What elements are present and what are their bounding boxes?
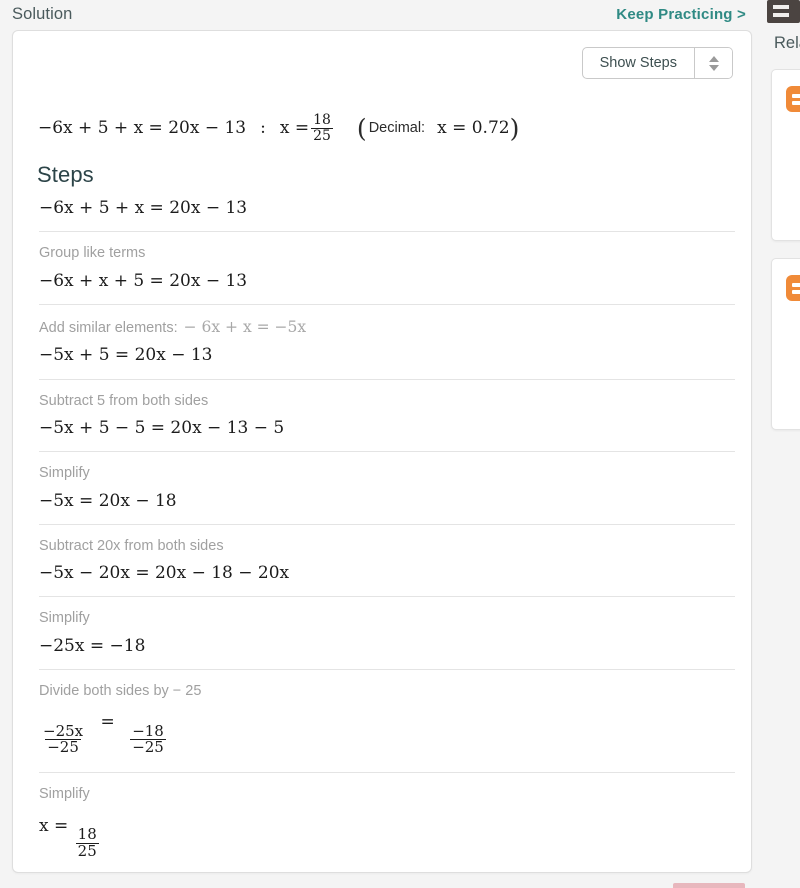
step-label: Simplify xyxy=(25,452,737,482)
show-steps-button[interactable]: Show Steps xyxy=(583,48,694,78)
chevron-down-icon xyxy=(708,64,719,71)
step-row: Subtract 5 from both sides −5x + 5 − 5 =… xyxy=(25,378,737,452)
step-label: Simplify xyxy=(25,773,737,803)
result-fraction-denominator: 25 xyxy=(311,127,333,144)
step-label-math: − 6x + x = −5x xyxy=(183,317,307,336)
result-equation: −6x + 5 + x = 20x − 13 xyxy=(38,118,247,139)
fraction-equals-operator: = xyxy=(100,712,115,733)
step-row: Group like terms −6x + x + 5 = 20x − 13 xyxy=(25,231,737,304)
related-card[interactable] xyxy=(771,69,800,241)
fraction-right: −18 −25 xyxy=(130,721,166,757)
step-label-text: Divide both sides by − 25 xyxy=(39,683,202,700)
step-label: Simplify xyxy=(25,597,737,627)
bottom-accent-strip xyxy=(673,883,745,888)
decimal-value: x = 0.72 xyxy=(437,118,510,139)
fraction-right-denominator: −25 xyxy=(130,738,166,757)
steps-heading: Steps xyxy=(37,162,94,187)
step-label: Subtract 5 from both sides xyxy=(25,380,737,410)
step-expression: −5x = 20x − 18 xyxy=(39,490,177,511)
orange-badge-icon xyxy=(786,275,800,301)
step-label: Group like terms xyxy=(25,232,737,262)
orange-badge-icon xyxy=(786,86,800,112)
decimal-label: Decimal: xyxy=(368,120,426,137)
step-label-text: Subtract 20x from both sides xyxy=(39,537,224,554)
step-row: Add similar elements: − 6x + x = −5x −5x… xyxy=(25,303,737,379)
final-answer-denominator: 25 xyxy=(75,841,99,860)
final-answer-numerator: 18 xyxy=(77,824,97,843)
related-sidebar: Rela xyxy=(760,0,800,888)
page-title: Solution xyxy=(12,4,73,23)
related-heading: Rela xyxy=(774,34,800,52)
decimal-close-paren: ) xyxy=(509,113,520,143)
step-expression: −25x = −18 xyxy=(39,635,146,656)
decimal-open-paren: ( xyxy=(356,113,367,143)
step-row: Simplify x = 18 25 xyxy=(25,772,737,872)
result-fraction-numerator: 18 xyxy=(313,112,331,128)
step-row: Simplify −5x = 20x − 18 xyxy=(25,451,737,524)
step-label-text: Subtract 5 from both sides xyxy=(39,392,209,409)
steps-list: −6x + 5 + x = 20x − 13 Group like terms … xyxy=(25,198,737,872)
chevron-up-icon xyxy=(708,55,719,62)
result-solution-lhs: x = xyxy=(279,118,310,139)
initial-expression: −6x + 5 + x = 20x − 13 xyxy=(39,198,248,218)
step-row: Simplify −25x = −18 xyxy=(25,596,737,669)
fraction-left-numerator: −25x xyxy=(43,721,84,740)
solution-card: Show Steps −6x + 5 + x = 20x − 13 : x = … xyxy=(12,30,752,873)
fraction-left-denominator: −25 xyxy=(45,738,81,757)
step-expression: −5x + 5 − 5 = 20x − 13 − 5 xyxy=(39,417,285,438)
step-row: Subtract 20x from both sides −5x − 20x =… xyxy=(25,523,737,597)
step-label-text: Simplify xyxy=(39,610,90,627)
final-answer: x = 18 25 xyxy=(25,804,737,872)
step-row: Divide both sides by − 25 −25x −25 = −18… xyxy=(25,669,737,772)
step-label: Divide both sides by − 25 xyxy=(25,670,737,700)
fraction-left: −25x −25 xyxy=(41,721,85,757)
show-steps-control[interactable]: Show Steps xyxy=(581,47,733,79)
decimal-group: ( Decimal: x = 0.72 ) xyxy=(357,116,519,141)
result-fraction: 18 25 xyxy=(311,113,333,143)
page-header: Solution Keep Practicing > xyxy=(0,0,760,28)
step-label-text: Simplify xyxy=(39,786,90,803)
related-card[interactable] xyxy=(771,258,800,430)
step-expression: −5x + 5 = 20x − 13 xyxy=(39,345,213,366)
step-label: Add similar elements: − 6x + x = −5x xyxy=(25,305,737,337)
result-separator: : xyxy=(260,118,266,139)
result-line: −6x + 5 + x = 20x − 13 : x = 18 25 ( Dec… xyxy=(38,113,519,143)
step-label-text: Simplify xyxy=(39,465,90,482)
show-steps-spinner[interactable] xyxy=(694,48,732,78)
keep-practicing-link[interactable]: Keep Practicing > xyxy=(616,6,746,23)
fraction-right-numerator: −18 xyxy=(132,721,164,740)
final-answer-fraction: 18 25 xyxy=(75,824,99,860)
final-answer-lhs: x = xyxy=(39,815,69,836)
step-expression-fraction: −25x −25 = −18 −25 xyxy=(25,700,737,772)
step-expression: −6x + x + 5 = 20x − 13 xyxy=(39,270,248,291)
step-label-text: Group like terms xyxy=(39,245,146,262)
step-expression: −5x − 20x = 20x − 18 − 20x xyxy=(39,563,290,584)
step-label-text: Add similar elements: xyxy=(39,319,178,336)
step-label: Subtract 20x from both sides xyxy=(25,525,737,555)
